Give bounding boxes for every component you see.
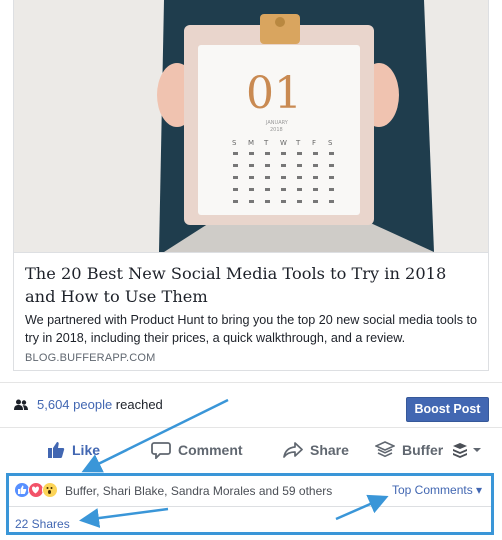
calendar-day bbox=[297, 164, 302, 167]
calendar-day bbox=[233, 200, 238, 203]
calendar-day bbox=[297, 152, 302, 155]
calendar-day bbox=[249, 188, 254, 191]
calendar-day bbox=[233, 164, 238, 167]
calendar-day bbox=[233, 176, 238, 179]
calendar-day bbox=[297, 176, 302, 179]
calendar-day bbox=[249, 200, 254, 203]
clipboard-number: 01 bbox=[246, 68, 302, 119]
calendar-day bbox=[313, 152, 318, 155]
action-bar: Like Comment Share Buffer bbox=[0, 427, 502, 471]
clipboard-photo: 01 JANUARY 2018 SMTWTFS bbox=[14, 0, 488, 252]
preview-description: We partnered with Product Hunt to bring … bbox=[25, 313, 477, 345]
boost-post-button[interactable]: Boost Post bbox=[406, 397, 489, 422]
calendar-weekday: S bbox=[328, 139, 333, 147]
people-icon bbox=[14, 399, 28, 410]
comment-label: Comment bbox=[178, 442, 243, 458]
preview-domain: BLOG.BUFFERAPP.COM bbox=[25, 352, 156, 364]
reactions-row: Buffer, Shari Blake, Sandra Morales and … bbox=[9, 476, 491, 506]
comment-bubble-icon bbox=[151, 442, 171, 459]
calendar-day bbox=[281, 200, 286, 203]
calendar-day bbox=[281, 188, 286, 191]
calendar-weekday: M bbox=[248, 139, 254, 147]
calendar-day bbox=[329, 152, 334, 155]
calendar-day bbox=[313, 164, 318, 167]
calendar-weekday: T bbox=[295, 139, 301, 147]
top-comments-dropdown[interactable]: Top Comments ▾ bbox=[392, 483, 482, 497]
buffer-button[interactable]: Buffer bbox=[375, 428, 443, 472]
share-options-dropdown[interactable] bbox=[452, 428, 491, 472]
svg-text:JANUARY: JANUARY bbox=[265, 120, 289, 126]
calendar-day bbox=[233, 188, 238, 191]
calendar-day bbox=[313, 176, 318, 179]
divider bbox=[9, 506, 491, 507]
calendar-day bbox=[329, 188, 334, 191]
stack-dropdown-icon bbox=[453, 443, 481, 458]
reaction-names-link[interactable]: Buffer, Shari Blake, Sandra Morales and … bbox=[65, 484, 332, 498]
preview-image[interactable]: 01 JANUARY 2018 SMTWTFS bbox=[14, 0, 488, 252]
social-summary-box: Buffer, Shari Blake, Sandra Morales and … bbox=[6, 473, 494, 535]
calendar-day bbox=[249, 152, 254, 155]
shares-link[interactable]: 22 Shares bbox=[15, 517, 70, 531]
reach-text: 5,604 people reached bbox=[37, 397, 163, 412]
calendar-day bbox=[297, 188, 302, 191]
calendar-weekday: F bbox=[312, 139, 316, 147]
preview-text[interactable]: The 20 Best New Social Media Tools to Tr… bbox=[14, 252, 488, 370]
wow-reaction-icon bbox=[42, 482, 58, 498]
calendar-day bbox=[281, 176, 286, 179]
calendar-day bbox=[313, 200, 318, 203]
calendar-day bbox=[329, 200, 334, 203]
link-preview[interactable]: 01 JANUARY 2018 SMTWTFS The 20 Best New … bbox=[13, 0, 489, 371]
calendar-weekday: T bbox=[263, 139, 269, 147]
buffer-label: Buffer bbox=[402, 442, 444, 458]
share-label: Share bbox=[310, 442, 349, 458]
thumbs-up-icon bbox=[48, 442, 65, 458]
calendar-day bbox=[249, 164, 254, 167]
buffer-stack-icon bbox=[375, 441, 395, 458]
calendar-day bbox=[281, 164, 286, 167]
calendar-weekday: S bbox=[232, 139, 237, 147]
like-button[interactable]: Like bbox=[47, 428, 100, 472]
calendar-day bbox=[281, 152, 286, 155]
share-arrow-icon bbox=[283, 442, 303, 458]
reach-suffix: reached bbox=[112, 397, 163, 412]
preview-title[interactable]: The 20 Best New Social Media Tools to Tr… bbox=[25, 262, 477, 308]
reach-row: 5,604 people reached Boost Post bbox=[0, 382, 502, 426]
calendar-day bbox=[265, 164, 270, 167]
calendar-day bbox=[329, 176, 334, 179]
calendar-day bbox=[297, 200, 302, 203]
comment-button[interactable]: Comment bbox=[151, 428, 243, 472]
reach-count-link[interactable]: 5,604 people bbox=[37, 397, 112, 412]
calendar-day bbox=[265, 152, 270, 155]
svg-text:2018: 2018 bbox=[270, 127, 283, 133]
calendar-day bbox=[233, 152, 238, 155]
calendar-day bbox=[265, 200, 270, 203]
calendar-weekday: W bbox=[280, 139, 287, 147]
calendar-day bbox=[313, 188, 318, 191]
calendar-day bbox=[265, 176, 270, 179]
calendar-day bbox=[249, 176, 254, 179]
calendar-day bbox=[329, 164, 334, 167]
like-label: Like bbox=[72, 442, 101, 458]
calendar-day bbox=[265, 188, 270, 191]
reaction-icons[interactable] bbox=[14, 482, 66, 498]
share-button[interactable]: Share bbox=[283, 428, 349, 472]
facebook-post-card: 01 JANUARY 2018 SMTWTFS The 20 Best New … bbox=[0, 0, 502, 540]
